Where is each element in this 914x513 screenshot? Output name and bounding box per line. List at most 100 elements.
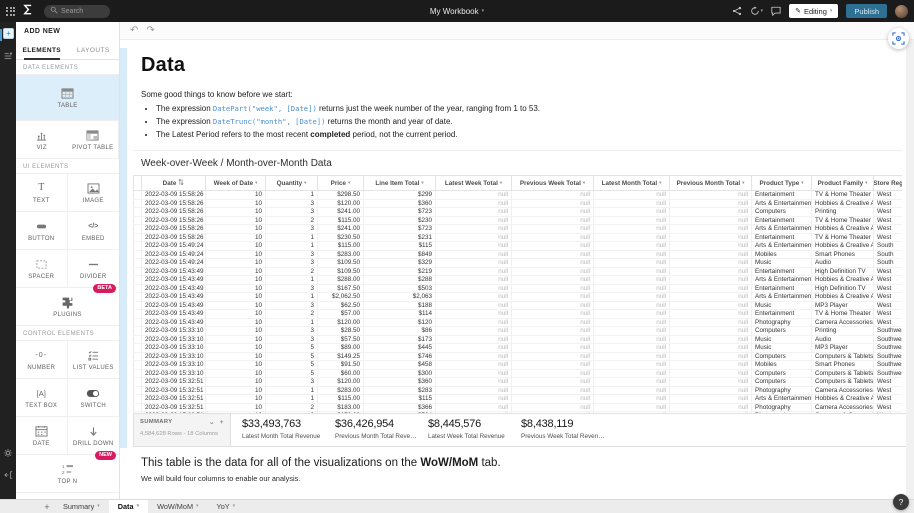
publish-button[interactable]: Publish bbox=[846, 4, 887, 18]
gear-icon[interactable] bbox=[3, 445, 13, 463]
column-menu-icon[interactable]: ▾ bbox=[255, 180, 257, 186]
column-header-quantity[interactable]: Quantity▾ bbox=[266, 176, 318, 191]
row-gutter[interactable] bbox=[134, 395, 142, 404]
row-gutter[interactable] bbox=[134, 352, 142, 361]
app-launcher-icon[interactable] bbox=[6, 7, 15, 16]
row-gutter[interactable] bbox=[134, 267, 142, 276]
sidebar-item-pivot-table[interactable]: PIVOT TABLE bbox=[68, 121, 120, 159]
sidebar-item-plugins[interactable]: BETAPLUGINS bbox=[16, 288, 119, 326]
row-gutter[interactable] bbox=[134, 233, 142, 242]
row-gutter[interactable] bbox=[134, 276, 142, 285]
sidebar-item-list-values[interactable]: LIST VALUES bbox=[68, 341, 120, 379]
column-header-date[interactable]: Date bbox=[142, 176, 206, 191]
column-menu-icon[interactable]: ▾ bbox=[742, 180, 744, 186]
footer-text-element[interactable]: This table is the data for all of the vi… bbox=[141, 457, 902, 469]
tab-yoy[interactable]: YoY▾ bbox=[208, 500, 245, 513]
sidebar-item-top-n[interactable]: NEW12TOP N bbox=[16, 455, 119, 493]
column-header-product-type[interactable]: Product Type▾ bbox=[752, 176, 812, 191]
column-menu-icon[interactable]: ▾ bbox=[421, 180, 423, 186]
row-gutter[interactable] bbox=[134, 216, 142, 225]
sidebar-item-viz[interactable]: VIZ bbox=[16, 121, 68, 159]
share-icon[interactable] bbox=[732, 6, 742, 16]
chevron-down-icon[interactable]: ⌄ bbox=[209, 418, 215, 426]
column-header-product-family[interactable]: Product Family▾ bbox=[812, 176, 874, 191]
row-gutter[interactable] bbox=[134, 293, 142, 302]
sidebar-item-switch[interactable]: SWITCH bbox=[68, 379, 120, 417]
table-element[interactable]: Week-over-Week / Month-over-Month Data D… bbox=[133, 150, 902, 447]
row-gutter[interactable] bbox=[134, 301, 142, 310]
chevron-down-icon[interactable]: ▾ bbox=[196, 504, 199, 509]
tab-summary[interactable]: Summary▾ bbox=[54, 500, 109, 513]
chevron-down-icon[interactable]: ▾ bbox=[97, 504, 100, 509]
sidebar-item-table[interactable]: TABLE bbox=[16, 75, 119, 121]
summary-metric-previous-week-total-reven[interactable]: $8,438,119Previous Week Total Reven… bbox=[521, 414, 614, 446]
chevron-down-icon[interactable]: ▾ bbox=[137, 504, 140, 509]
focus-element-button[interactable] bbox=[888, 28, 909, 49]
row-gutter[interactable] bbox=[134, 250, 142, 259]
row-gutter[interactable] bbox=[134, 318, 142, 327]
row-gutter[interactable] bbox=[134, 369, 142, 378]
row-gutter[interactable] bbox=[134, 386, 142, 395]
column-header-previous-month-total[interactable]: Previous Month Total▾ bbox=[670, 176, 752, 191]
workbook-title-menu[interactable]: My Workbook ▾ bbox=[430, 7, 484, 16]
sidebar-item-number[interactable]: -0-NUMBER bbox=[16, 341, 68, 379]
row-gutter[interactable] bbox=[134, 344, 142, 353]
row-gutter[interactable] bbox=[134, 191, 142, 200]
user-avatar[interactable] bbox=[895, 5, 908, 18]
panel-tab-elements[interactable]: ELEMENTS bbox=[16, 41, 68, 59]
sidebar-item-spacer[interactable]: SPACER bbox=[16, 250, 68, 288]
page-list-icon[interactable] bbox=[3, 48, 13, 66]
row-gutter[interactable] bbox=[134, 335, 142, 344]
column-header-store-region[interactable]: Store Region▾ bbox=[874, 176, 903, 191]
column-header-latest-month-total[interactable]: Latest Month Total▾ bbox=[594, 176, 670, 191]
summary-metric-latest-week-total-revenue[interactable]: $8,445,576Latest Week Total Revenue bbox=[428, 414, 521, 446]
collapse-panel-icon[interactable] bbox=[3, 467, 13, 485]
sigma-logo-icon[interactable] bbox=[22, 2, 33, 20]
column-header-price[interactable]: Price▾ bbox=[318, 176, 364, 191]
redo-icon[interactable]: ↷ bbox=[146, 26, 154, 36]
intro-text-element[interactable]: Some good things to know before we start… bbox=[141, 89, 902, 141]
column-menu-icon[interactable]: ▾ bbox=[583, 180, 585, 186]
help-button[interactable]: ? bbox=[893, 494, 909, 510]
row-gutter[interactable] bbox=[134, 310, 142, 319]
row-gutter[interactable] bbox=[134, 361, 142, 370]
column-header-line-item-total[interactable]: Line Item Total▾ bbox=[364, 176, 436, 191]
comments-icon[interactable] bbox=[771, 6, 781, 16]
column-menu-icon[interactable]: ▾ bbox=[348, 180, 350, 186]
sidebar-item-drill-down[interactable]: DRILL DOWN bbox=[68, 417, 120, 455]
editing-mode-button[interactable]: ✎ Editing ▾ bbox=[789, 4, 838, 18]
row-gutter[interactable] bbox=[134, 259, 142, 268]
column-menu-icon[interactable]: ▾ bbox=[659, 180, 661, 186]
sidebar-item-date[interactable]: DATE bbox=[16, 417, 68, 455]
panel-tab-layouts[interactable]: LAYOUTS bbox=[68, 41, 120, 59]
row-gutter[interactable] bbox=[134, 284, 142, 293]
row-gutter[interactable] bbox=[134, 199, 142, 208]
tab-wow-mom[interactable]: WoW/MoM▾ bbox=[148, 500, 207, 513]
version-history-icon[interactable]: ▾ bbox=[750, 6, 764, 16]
column-header-previous-week-total[interactable]: Previous Week Total▾ bbox=[512, 176, 594, 191]
sidebar-item-divider[interactable]: DIVIDER bbox=[68, 250, 120, 288]
column-menu-icon[interactable]: ▾ bbox=[500, 180, 502, 186]
row-gutter[interactable] bbox=[134, 327, 142, 336]
column-menu-icon[interactable]: ▾ bbox=[801, 180, 803, 186]
column-menu-icon[interactable]: ▾ bbox=[304, 180, 306, 186]
sort-icon[interactable] bbox=[178, 178, 184, 188]
column-header-week-of-date[interactable]: Week of Date▾ bbox=[206, 176, 266, 191]
add-element-button[interactable]: + bbox=[3, 28, 14, 39]
undo-icon[interactable]: ↶ bbox=[130, 26, 138, 36]
row-gutter[interactable] bbox=[134, 378, 142, 387]
sidebar-item-button[interactable]: BUTTON bbox=[16, 212, 68, 250]
summary-metric-previous-month-total-reve[interactable]: $36,426,954Previous Month Total Reve… bbox=[335, 414, 428, 446]
row-gutter[interactable] bbox=[134, 242, 142, 251]
search-input[interactable]: Search bbox=[44, 5, 110, 18]
sidebar-item-image[interactable]: IMAGE bbox=[68, 174, 120, 212]
column-menu-icon[interactable]: ▾ bbox=[865, 180, 867, 186]
tab-data[interactable]: Data▾ bbox=[109, 500, 148, 513]
add-page-button[interactable]: + bbox=[40, 502, 54, 512]
sidebar-item-text-box[interactable]: [A]TEXT BOX bbox=[16, 379, 68, 417]
add-summary-icon[interactable]: + bbox=[220, 419, 224, 426]
sidebar-item-text[interactable]: TTEXT bbox=[16, 174, 68, 212]
sidebar-item-embed[interactable]: </>EMBED bbox=[68, 212, 120, 250]
chevron-down-icon[interactable]: ▾ bbox=[233, 504, 236, 509]
row-gutter[interactable] bbox=[134, 225, 142, 234]
